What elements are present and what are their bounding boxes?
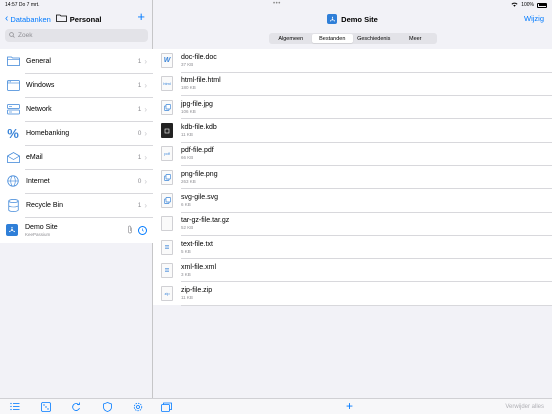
- image-file-icon: [161, 169, 173, 185]
- detail-toolbar: + Verwijder alles: [153, 398, 552, 414]
- globe-icon: [6, 174, 20, 188]
- text-file-icon: [161, 262, 173, 278]
- sidebar-item-internet[interactable]: Internet 0 ›: [0, 169, 153, 193]
- tab-meer[interactable]: Meer: [395, 34, 437, 43]
- generic-file-icon: [161, 216, 173, 232]
- trash-db-icon: [6, 198, 20, 212]
- chevron-right-icon: ›: [144, 104, 147, 114]
- detail-pane: Demo Site Wijzig Algemeen Bestanden Gesc…: [153, 0, 552, 414]
- add-attachment-button[interactable]: +: [346, 399, 353, 413]
- html-file-icon: html: [161, 76, 173, 92]
- tab-bestanden[interactable]: Bestanden: [311, 34, 353, 43]
- entry-subtitle: KeePassium: [25, 231, 51, 237]
- sidebar-toolbar: [0, 398, 153, 414]
- list-settings-icon[interactable]: [9, 401, 21, 413]
- list-item[interactable]: zip zip-file.zip 11 KB: [153, 282, 552, 306]
- paperclip-icon: [127, 221, 133, 239]
- search-input[interactable]: Zoek: [5, 29, 148, 42]
- entry-key-icon: [6, 224, 18, 236]
- percent-icon: %: [7, 125, 19, 141]
- zip-file-icon: zip: [161, 286, 173, 302]
- pdf-file-icon: pdf: [161, 146, 173, 162]
- entry-demo-site[interactable]: Demo Site KeePassium: [0, 217, 153, 243]
- sidebar-item-email[interactable]: eMail 1 ›: [0, 145, 153, 169]
- battery-icon: [537, 2, 547, 8]
- list-item[interactable]: tar-gz-file.tar.gz 52 KB: [153, 212, 552, 236]
- status-bar: 14:57 Do 7 mrt. ••• 100%: [0, 0, 552, 10]
- chevron-right-icon: ›: [144, 56, 147, 66]
- list-item[interactable]: text-file.txt 5 KB: [153, 235, 552, 259]
- sidebar-item-recycle-bin[interactable]: Recycle Bin 1 ›: [0, 193, 153, 217]
- lock-shield-icon[interactable]: [101, 401, 113, 413]
- sidebar-item-homebanking[interactable]: % Homebanking 0 ›: [0, 121, 153, 145]
- search-placeholder: Zoek: [18, 32, 33, 39]
- text-file-icon: [161, 239, 173, 255]
- list-item[interactable]: jpg-file.jpg 106 KB: [153, 96, 552, 120]
- list-item[interactable]: svg-gile.svg 6 KB: [153, 189, 552, 213]
- tab-algemeen[interactable]: Algemeen: [270, 34, 312, 43]
- chevron-right-icon: ›: [144, 152, 147, 162]
- entry-key-icon: [327, 14, 338, 24]
- back-label: Databanken: [10, 14, 51, 24]
- kdb-file-icon: [161, 123, 173, 139]
- chevron-right-icon: ›: [144, 200, 147, 210]
- back-button[interactable]: ‹ Databanken: [5, 14, 51, 24]
- copy-icon[interactable]: [161, 402, 172, 412]
- chevron-right-icon: ›: [144, 176, 147, 186]
- list-item[interactable]: html html-file.html 180 KB: [153, 72, 552, 96]
- tab-geschiedenis[interactable]: Geschiedenis: [353, 34, 395, 43]
- group-list: General 1 › Windows 1 › Network 1 › % Ho…: [0, 49, 153, 243]
- sidebar-header: ‹ Databanken Personal +: [0, 9, 153, 27]
- wifi-icon: [511, 2, 518, 9]
- list-item[interactable]: kdb-file.kdb 11 KB: [153, 119, 552, 143]
- add-item-button[interactable]: +: [137, 9, 145, 24]
- folder-icon: [6, 54, 20, 68]
- gear-icon[interactable]: [132, 401, 144, 413]
- status-time-date: 14:57 Do 7 mrt.: [5, 2, 40, 8]
- chevron-left-icon: ‹: [5, 13, 9, 24]
- chevron-right-icon: ›: [144, 80, 147, 90]
- multitask-dots-icon[interactable]: •••: [273, 1, 281, 7]
- attachment-list: W doc-file.doc 37 KB html html-file.html 1…: [153, 49, 552, 306]
- otp-timer-icon[interactable]: [138, 225, 147, 235]
- sidebar-item-network[interactable]: Network 1 ›: [0, 97, 153, 121]
- group-title: Personal: [55, 14, 101, 24]
- sidebar: ‹ Databanken Personal + Zoek General 1 ›: [0, 0, 153, 414]
- windows-icon: [6, 78, 20, 92]
- page-title: Demo Site: [341, 14, 378, 24]
- edit-button[interactable]: Wijzig: [524, 14, 544, 23]
- chevron-right-icon: ›: [144, 128, 147, 138]
- remove-all-button[interactable]: Verwijder alles: [505, 404, 544, 410]
- battery-percent: 100%: [521, 2, 534, 8]
- list-item[interactable]: pdf pdf-file.pdf 66 KB: [153, 142, 552, 166]
- envelope-icon: [6, 150, 20, 164]
- detail-header: Demo Site Wijzig: [153, 11, 552, 27]
- list-item[interactable]: W doc-file.doc 37 KB: [153, 49, 552, 73]
- word-doc-icon: W: [161, 53, 173, 69]
- password-generator-icon[interactable]: [40, 401, 52, 413]
- folder-icon: [55, 14, 67, 24]
- search-icon: [9, 31, 15, 40]
- sync-icon[interactable]: [70, 401, 82, 413]
- image-file-icon: [161, 99, 173, 115]
- list-item[interactable]: xml-file.xml 3 KB: [153, 259, 552, 283]
- entry-title: Demo Site: [25, 223, 58, 231]
- sidebar-item-general[interactable]: General 1 ›: [0, 49, 153, 73]
- tab-bar: Algemeen Bestanden Geschiedenis Meer: [269, 33, 437, 44]
- image-file-icon: [161, 192, 173, 208]
- sidebar-item-windows[interactable]: Windows 1 ›: [0, 73, 153, 97]
- network-server-icon: [6, 102, 20, 116]
- list-item[interactable]: png-file.png 263 KB: [153, 165, 552, 190]
